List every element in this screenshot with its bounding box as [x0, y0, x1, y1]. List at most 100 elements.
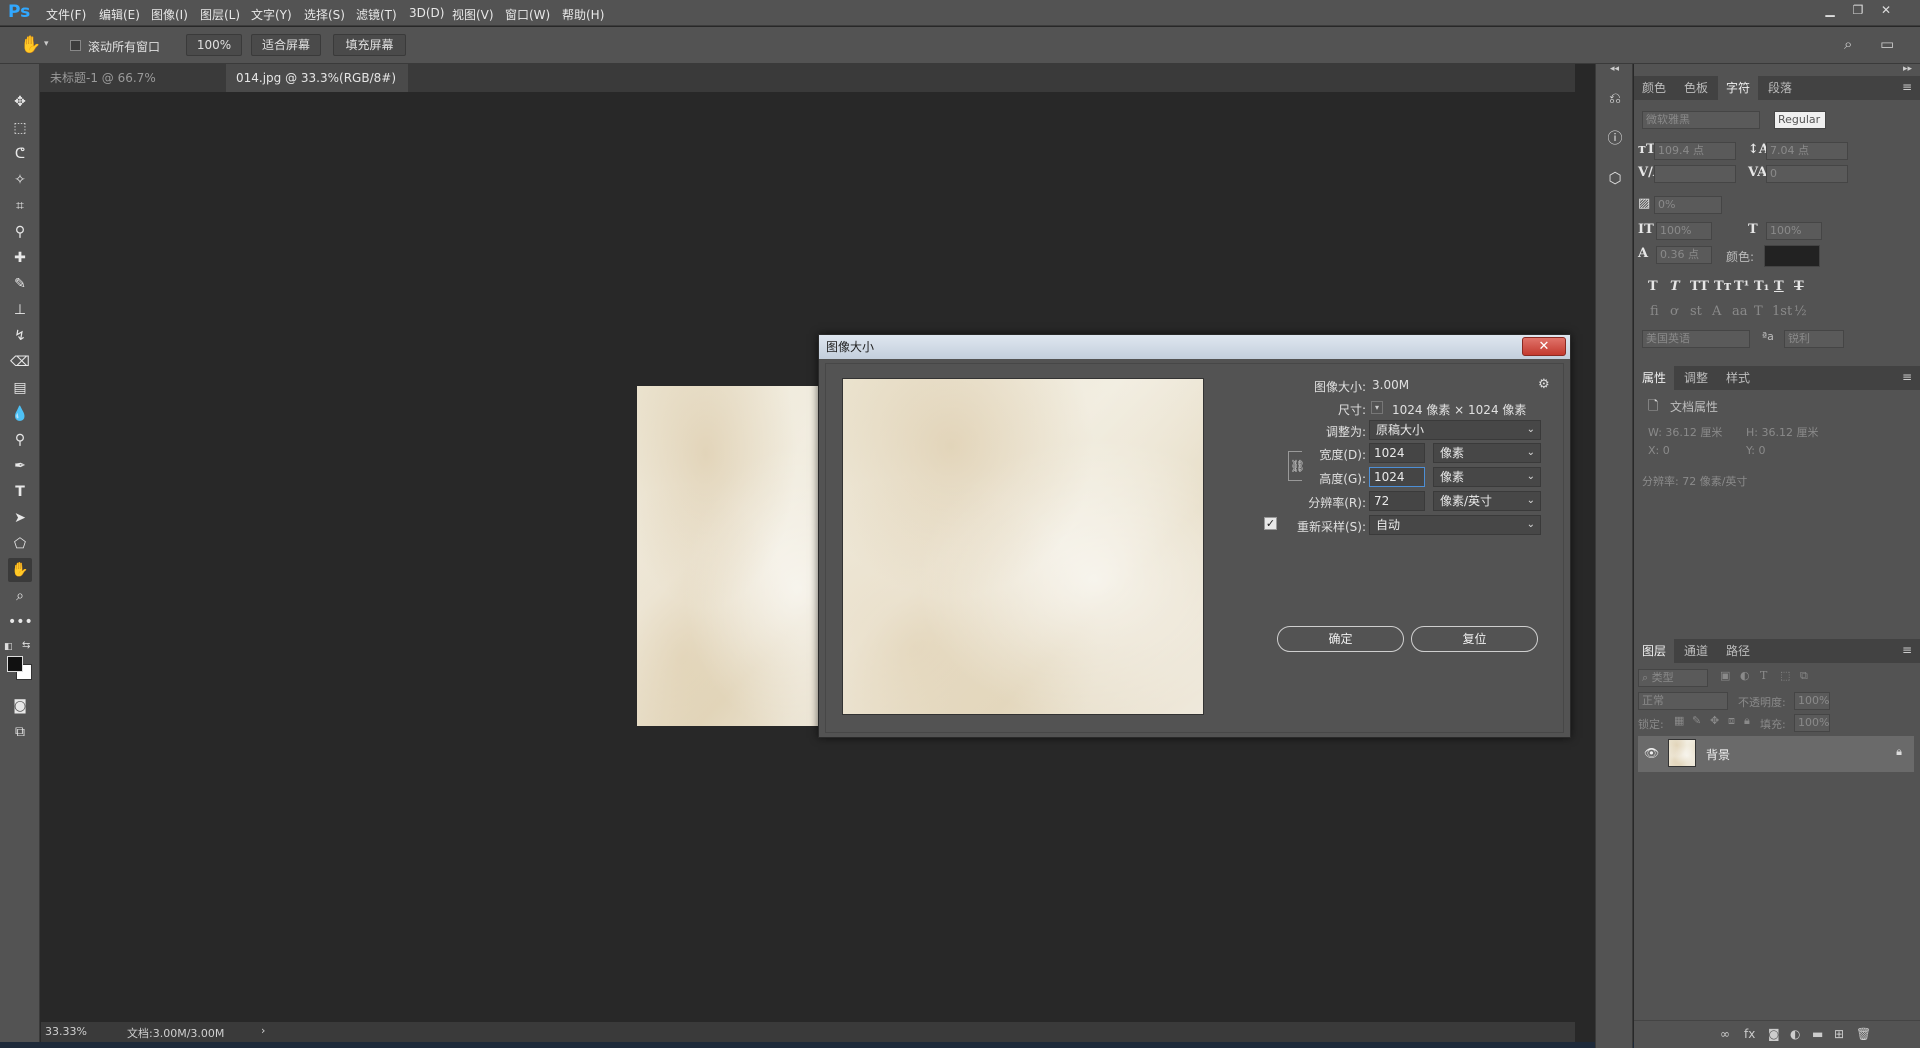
tool-preset-chevron-icon[interactable]: ▾: [44, 39, 49, 49]
lock-artboard-icon[interactable]: ⧈: [1728, 714, 1735, 728]
filter-pixel-icon[interactable]: ▣: [1720, 669, 1730, 682]
width-input[interactable]: 1024: [1369, 443, 1425, 463]
marquee-tool-icon[interactable]: ⬚: [8, 116, 32, 140]
tab-swatches[interactable]: 色板: [1676, 76, 1716, 100]
lock-position-icon[interactable]: ✥: [1710, 714, 1719, 727]
panel-menu-icon[interactable]: ≡: [1902, 80, 1912, 94]
filter-shape-icon[interactable]: ⬚: [1780, 669, 1790, 682]
font-style-select[interactable]: Regular: [1774, 111, 1826, 129]
subscript-icon[interactable]: T₁: [1754, 279, 1769, 294]
kerning-input[interactable]: [1654, 165, 1736, 183]
faux-bold-icon[interactable]: T: [1648, 279, 1658, 294]
font-family-select[interactable]: 微软雅黑: [1642, 111, 1760, 129]
ornaments-icon[interactable]: T: [1754, 304, 1763, 319]
menu-view[interactable]: 视图(V): [452, 6, 494, 23]
pen-tool-icon[interactable]: ✒: [8, 454, 32, 478]
height-input[interactable]: 1024: [1369, 467, 1425, 487]
tracking-input[interactable]: 0: [1766, 165, 1848, 183]
3d-cube-icon[interactable]: ⬡: [1603, 166, 1627, 190]
foreground-color-swatch[interactable]: [7, 656, 23, 672]
tab-layers[interactable]: 图层: [1634, 639, 1675, 663]
filter-adjustment-icon[interactable]: ◐: [1740, 669, 1750, 682]
leading-input[interactable]: 7.04 点: [1766, 142, 1848, 160]
underline-icon[interactable]: T: [1774, 279, 1784, 294]
stamp-tool-icon[interactable]: ⊥: [8, 298, 32, 322]
baseline-shift-input[interactable]: 0.36 点: [1656, 246, 1712, 264]
tab-character[interactable]: 字符: [1718, 76, 1759, 100]
type-tool-icon[interactable]: T: [8, 480, 32, 504]
tab-paragraph[interactable]: 段落: [1760, 76, 1800, 100]
restore-icon[interactable]: ❐: [1848, 3, 1868, 19]
all-caps-icon[interactable]: TT: [1690, 279, 1709, 294]
layer-row-background[interactable]: 👁︎ 背景 🔒︎: [1638, 736, 1914, 772]
eyedropper-tool-icon[interactable]: ⚲: [8, 220, 32, 244]
menu-file[interactable]: 文件(F): [46, 6, 86, 23]
history-icon[interactable]: ⎌: [1603, 86, 1627, 110]
healing-brush-tool-icon[interactable]: ✚: [8, 246, 32, 270]
tab-014-jpg[interactable]: 014.jpg @ 33.3%(RGB/8#) *×: [226, 64, 408, 113]
tab-untitled-1[interactable]: 未标题-1 @ 66.7%(RGB/8#)×: [40, 64, 226, 113]
resolution-unit-select[interactable]: 像素/英寸 ⌄: [1433, 491, 1541, 511]
gradient-tool-icon[interactable]: ▤: [8, 376, 32, 400]
hand-tool-icon[interactable]: ✋: [20, 35, 41, 55]
fit-screen-button[interactable]: 适合屏幕: [251, 34, 321, 56]
hand-tool-icon[interactable]: ✋: [8, 558, 32, 582]
menu-image[interactable]: 图像(I): [151, 6, 188, 23]
dialog-title-bar[interactable]: 图像大小 ✕: [819, 335, 1570, 359]
fractions-icon[interactable]: ½: [1794, 304, 1807, 319]
filter-type-icon[interactable]: T: [1760, 669, 1767, 682]
panel-menu-icon[interactable]: ≡: [1902, 643, 1912, 657]
ok-button[interactable]: 确定: [1277, 626, 1404, 652]
more-tools-icon[interactable]: •••: [8, 610, 33, 634]
superscript-icon[interactable]: T¹: [1734, 279, 1749, 294]
minimize-icon[interactable]: ▁: [1820, 3, 1840, 19]
expand-icon[interactable]: ▸▸: [1903, 64, 1912, 74]
lock-all-icon[interactable]: 🔒︎: [1744, 714, 1750, 728]
swash-icon[interactable]: st: [1690, 304, 1702, 319]
screen-mode-icon[interactable]: ⧉: [8, 720, 32, 744]
brush-tool-icon[interactable]: ✎: [8, 272, 32, 296]
resample-select[interactable]: 自动 ⌄: [1369, 515, 1541, 535]
menu-filter[interactable]: 滤镜(T): [356, 6, 397, 23]
menu-type[interactable]: 文字(Y): [251, 6, 292, 23]
horizontal-scale-input[interactable]: 100%: [1766, 222, 1822, 240]
menu-window[interactable]: 窗口(W): [505, 6, 550, 23]
blend-mode-select[interactable]: 正常: [1638, 692, 1728, 710]
old-style-icon[interactable]: ơ: [1670, 304, 1678, 319]
eye-icon[interactable]: 👁︎: [1644, 746, 1659, 760]
small-caps-icon[interactable]: Tт: [1714, 279, 1732, 294]
crop-tool-icon[interactable]: ⌗: [8, 194, 32, 218]
dodge-tool-icon[interactable]: ⚲: [8, 428, 32, 452]
new-layer-icon[interactable]: ⊞: [1834, 1027, 1844, 1041]
gear-icon[interactable]: ⚙: [1538, 377, 1550, 392]
reset-button[interactable]: 复位: [1411, 626, 1538, 652]
history-brush-tool-icon[interactable]: ↯: [8, 324, 32, 348]
tab-properties[interactable]: 属性: [1634, 366, 1675, 390]
ligatures-icon[interactable]: ﬁ: [1650, 304, 1659, 319]
text-color-swatch[interactable]: [1764, 245, 1820, 267]
menu-select[interactable]: 选择(S): [304, 6, 345, 23]
resolution-input[interactable]: 72: [1369, 491, 1425, 511]
stylistic-alt-icon[interactable]: A: [1712, 304, 1721, 319]
new-group-icon[interactable]: ▬: [1812, 1027, 1823, 1041]
path-selection-tool-icon[interactable]: ➤: [8, 506, 32, 530]
dialog-close-button[interactable]: ✕: [1522, 337, 1566, 356]
fx-icon[interactable]: fx: [1744, 1027, 1755, 1041]
blur-tool-icon[interactable]: 💧: [8, 402, 32, 426]
tab-color[interactable]: 颜色: [1634, 76, 1674, 100]
height-unit-select[interactable]: 像素 ⌄: [1433, 467, 1541, 487]
faux-italic-icon[interactable]: T: [1670, 279, 1680, 294]
add-mask-icon[interactable]: ◙: [1768, 1027, 1780, 1041]
move-tool-icon[interactable]: ✥: [8, 90, 32, 114]
menu-3d[interactable]: 3D(D): [409, 6, 444, 20]
zoom-tool-icon[interactable]: ⌕: [8, 584, 32, 608]
ordinals-icon[interactable]: 1st: [1772, 304, 1792, 319]
adjustment-layer-icon[interactable]: ◐: [1790, 1027, 1800, 1041]
eraser-tool-icon[interactable]: ⌫: [8, 350, 32, 374]
menu-edit[interactable]: 编辑(E): [99, 6, 140, 23]
scroll-all-windows-checkbox[interactable]: [70, 40, 81, 51]
search-icon[interactable]: ⌕: [1844, 35, 1852, 53]
zoom-100-button[interactable]: 100%: [186, 34, 242, 56]
font-size-input[interactable]: 109.4 点: [1654, 142, 1736, 160]
tab-channels[interactable]: 通道: [1676, 639, 1716, 663]
